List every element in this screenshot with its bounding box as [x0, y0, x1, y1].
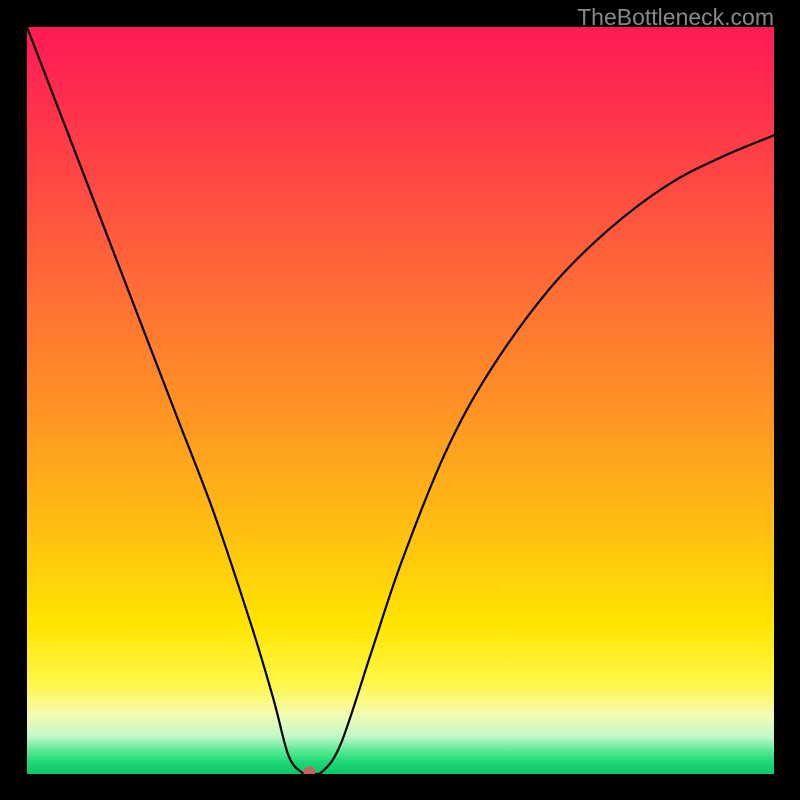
bottleneck-curve — [27, 27, 774, 774]
chart-frame: TheBottleneck.com — [0, 0, 800, 800]
plot-area — [27, 27, 774, 774]
optimum-marker — [303, 767, 315, 775]
curve-svg — [27, 27, 774, 774]
